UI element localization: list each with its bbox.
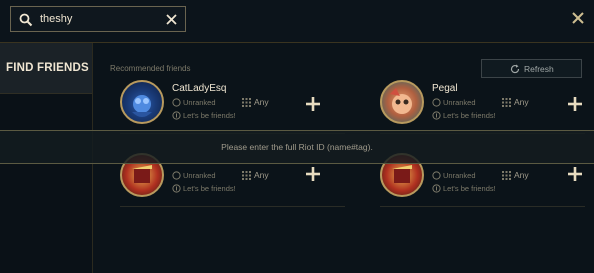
refresh-button[interactable]: Refresh <box>481 59 582 78</box>
friend-rank: Unranked <box>183 171 216 180</box>
top-bar: theshy <box>0 0 594 43</box>
friend-name: CatLadyEsq <box>172 83 227 94</box>
add-friend-icon[interactable] <box>306 167 320 181</box>
sidebar-item-label: FIND FRIENDS <box>6 62 89 74</box>
refresh-label: Refresh <box>524 64 554 74</box>
friend-card: Pegal Unranked Any Let's be friends! <box>380 80 594 136</box>
close-icon[interactable] <box>572 12 584 24</box>
friend-message: Let's be friends! <box>183 111 236 120</box>
add-friend-icon[interactable] <box>568 97 582 111</box>
divider <box>120 206 345 207</box>
rank-icon <box>432 98 441 107</box>
avatar-image <box>390 88 412 114</box>
friend-message: Let's be friends! <box>183 184 236 193</box>
rank-icon <box>172 98 181 107</box>
refresh-icon <box>510 64 520 74</box>
friend-position: Any <box>514 97 529 107</box>
sidebar-item-find-friends[interactable]: FIND FRIENDS <box>0 43 92 94</box>
notice-text: Please enter the full Riot ID (name#tag)… <box>221 142 373 152</box>
friend-rank: Unranked <box>443 98 476 107</box>
friend-message: Let's be friends! <box>443 184 496 193</box>
message-icon <box>432 111 441 120</box>
rank-icon <box>432 171 441 180</box>
position-any-icon <box>242 98 251 107</box>
friend-rank: Unranked <box>443 171 476 180</box>
riot-id-notice: Please enter the full Riot ID (name#tag)… <box>0 130 594 164</box>
add-friend-icon[interactable] <box>568 167 582 181</box>
position-any-icon <box>502 98 511 107</box>
divider <box>380 206 585 207</box>
search-input-value: theshy <box>40 13 73 25</box>
avatar-image <box>132 95 152 117</box>
add-friend-icon[interactable] <box>306 97 320 111</box>
friend-message: Let's be friends! <box>443 111 496 120</box>
message-icon <box>172 184 181 193</box>
friend-position: Any <box>254 97 269 107</box>
avatar <box>120 80 164 124</box>
friend-position: Any <box>514 170 529 180</box>
friend-name: Pegal <box>432 83 458 94</box>
friend-rank: Unranked <box>183 98 216 107</box>
message-icon <box>172 111 181 120</box>
avatar <box>380 80 424 124</box>
rank-icon <box>172 171 181 180</box>
position-any-icon <box>242 171 251 180</box>
message-icon <box>432 184 441 193</box>
clear-icon[interactable] <box>166 14 177 25</box>
position-any-icon <box>502 171 511 180</box>
search-icon <box>19 13 33 27</box>
search-input[interactable]: theshy <box>10 6 186 32</box>
section-label: Recommended friends <box>110 64 191 73</box>
friend-position: Any <box>254 170 269 180</box>
